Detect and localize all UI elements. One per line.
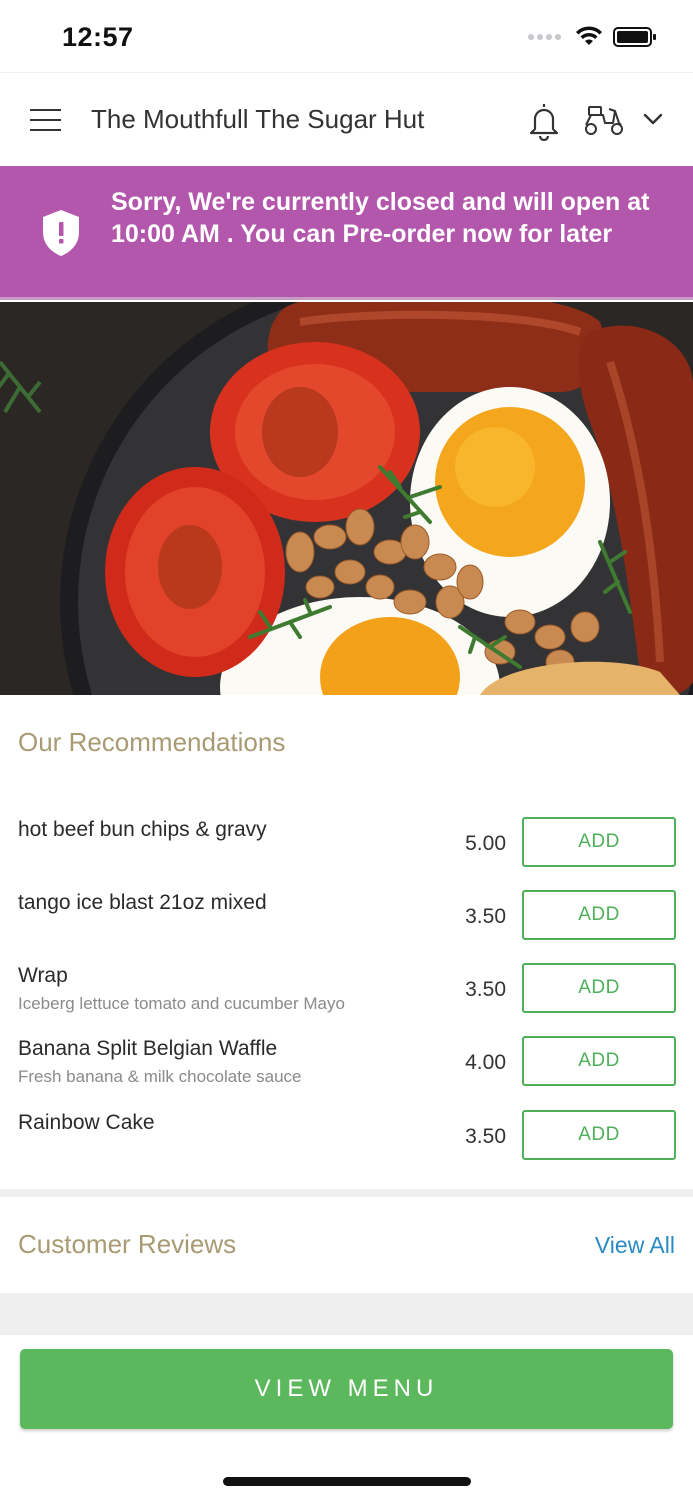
item-description: Fresh banana & milk chocolate sauce	[18, 1067, 302, 1086]
hamburger-menu-icon[interactable]	[30, 109, 61, 131]
item-name: tango ice blast 21oz mixed	[18, 891, 267, 914]
status-icons	[528, 26, 657, 48]
recommendations-section: Our Recommendations hot beef bun chips &…	[0, 695, 693, 1189]
delivery-scooter-icon[interactable]	[583, 103, 625, 137]
view-all-reviews-link[interactable]: View All	[595, 1232, 675, 1259]
reviews-empty-area	[0, 1293, 693, 1335]
chevron-down-icon[interactable]	[642, 111, 664, 127]
battery-icon	[613, 27, 656, 47]
item-description: Iceberg lettuce tomato and cucumber Mayo	[18, 994, 345, 1013]
restaurant-title: The Mouthfull The Sugar Hut	[91, 104, 425, 134]
add-button[interactable]: ADD	[522, 963, 676, 1013]
item-price: 3.50	[465, 1125, 506, 1148]
status-time: 12:57	[62, 22, 134, 52]
bell-icon[interactable]	[526, 101, 562, 141]
menu-item: Rainbow Cake 3.50 ADD	[0, 1110, 693, 1183]
status-bar: 12:57	[0, 0, 693, 72]
item-price: 3.50	[465, 978, 506, 1001]
shield-alert-icon	[43, 210, 79, 256]
app-header: The Mouthfull The Sugar Hut	[0, 72, 693, 166]
item-price: 4.00	[465, 1051, 506, 1074]
item-price: 3.50	[465, 905, 506, 928]
item-name: Banana Split Belgian Waffle	[18, 1037, 278, 1060]
menu-item: tango ice blast 21oz mixed 3.50 ADD	[0, 890, 693, 963]
menu-item: hot beef bun chips & gravy 5.00 ADD	[0, 817, 693, 890]
reviews-title: Customer Reviews	[18, 1229, 237, 1259]
home-indicator[interactable]	[223, 1477, 471, 1486]
wifi-icon	[576, 26, 602, 45]
item-name: Wrap	[18, 964, 68, 987]
menu-item: Wrap Iceberg lettuce tomato and cucumber…	[0, 963, 693, 1036]
closed-message: Sorry, We're currently closed and will o…	[111, 188, 650, 248]
section-divider	[0, 1189, 693, 1197]
menu-item: Banana Split Belgian Waffle Fresh banana…	[0, 1036, 693, 1109]
item-price: 5.00	[465, 832, 506, 855]
add-button[interactable]: ADD	[522, 1036, 676, 1086]
hero-food-image	[0, 302, 693, 695]
item-name: Rainbow Cake	[18, 1111, 155, 1134]
bottom-action-bar: VIEW MENU	[0, 1335, 693, 1500]
add-button[interactable]: ADD	[522, 890, 676, 940]
add-button[interactable]: ADD	[522, 817, 676, 867]
cellular-signal-icon	[528, 34, 561, 40]
recommendations-title: Our Recommendations	[18, 727, 286, 757]
customer-reviews-section: Customer Reviews View All	[0, 1197, 693, 1293]
closed-banner: Sorry, We're currently closed and will o…	[0, 166, 693, 300]
add-button[interactable]: ADD	[522, 1110, 676, 1160]
view-menu-button[interactable]: VIEW MENU	[20, 1349, 673, 1429]
item-name: hot beef bun chips & gravy	[18, 818, 267, 841]
